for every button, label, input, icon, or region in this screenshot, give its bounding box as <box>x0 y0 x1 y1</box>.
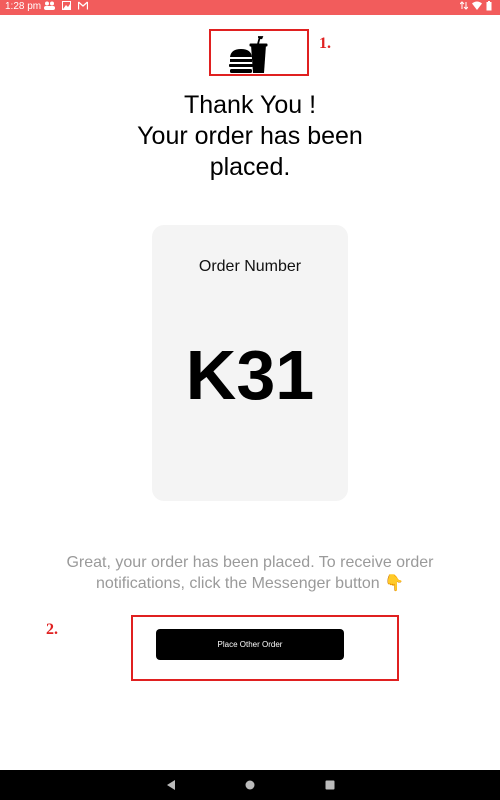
order-number-label: Order Number <box>198 258 302 275</box>
status-bar: 1:28 pm <box>0 0 500 15</box>
order-number-card: Order Number K31 <box>152 225 348 501</box>
status-time: 1:28 pm <box>5 1 42 12</box>
battery-icon <box>486 1 492 13</box>
order-number-value: K31 <box>185 336 315 414</box>
back-icon[interactable] <box>163 777 179 793</box>
home-icon[interactable] <box>242 777 258 793</box>
data-icon <box>459 1 469 13</box>
image-icon <box>62 1 71 12</box>
thank-you-line-1: Thank You ! <box>183 91 317 119</box>
people-icon <box>44 1 55 12</box>
annotation-number-2: 2. <box>46 621 58 638</box>
gmail-icon <box>77 1 89 12</box>
navigation-bar <box>0 770 500 800</box>
thank-you-line-2: Your order has been <box>137 122 363 150</box>
recent-apps-icon[interactable] <box>322 777 338 793</box>
status-right-icons <box>459 1 492 13</box>
burger-and-drink-icon <box>228 35 270 75</box>
status-left-icons <box>44 1 89 12</box>
order-info-text: Great, your order has been placed. To re… <box>55 552 445 594</box>
order-info-message: Great, your order has been placed. To re… <box>66 554 434 592</box>
wifi-icon <box>472 1 482 13</box>
pointing-down-icon: 👇 <box>384 575 405 592</box>
place-other-order-button[interactable]: Place Other Order <box>156 629 344 660</box>
thank-you-line-3: placed. <box>209 153 291 181</box>
annotation-number-1: 1. <box>319 35 331 52</box>
thank-you-heading: Thank You ! Your order has been placed. <box>0 90 500 183</box>
